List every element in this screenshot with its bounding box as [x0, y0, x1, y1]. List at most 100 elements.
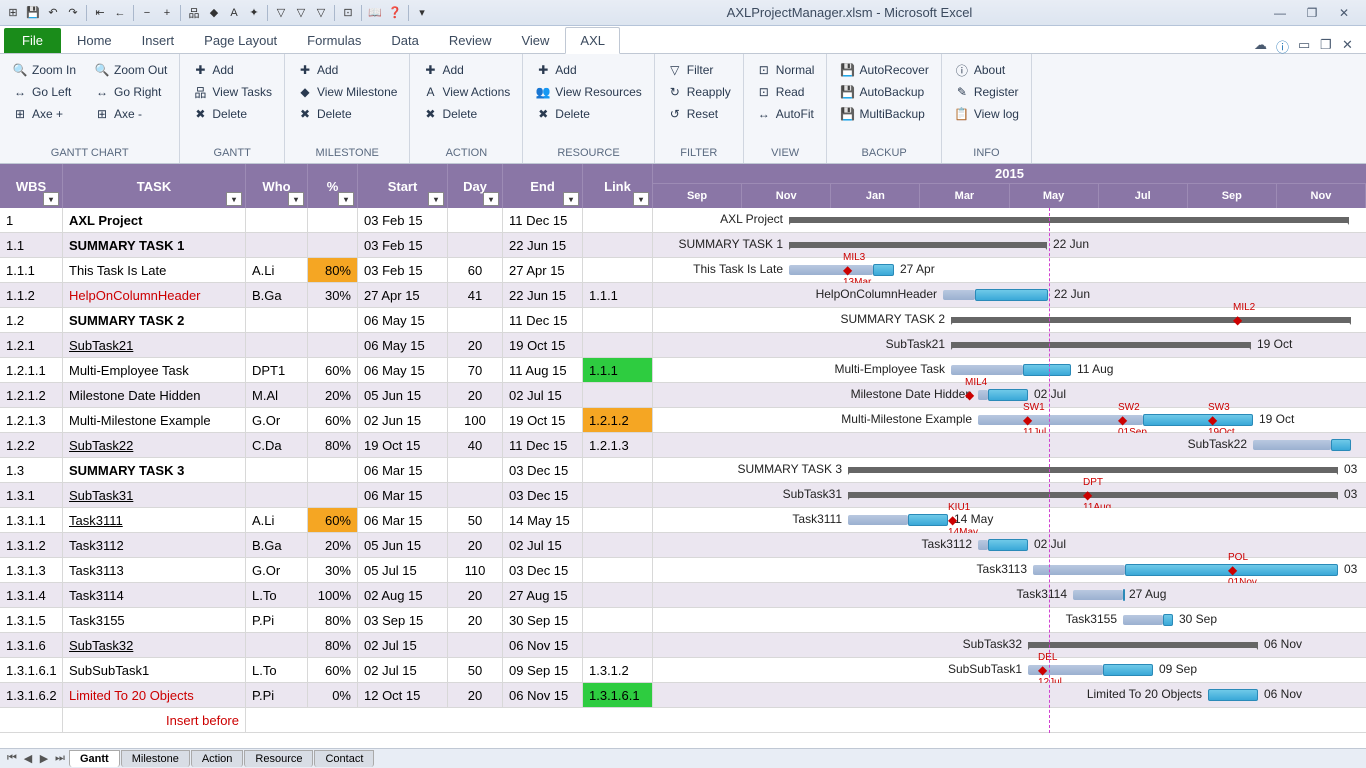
cell[interactable]: 06 Nov 15 [503, 683, 583, 707]
cell[interactable] [583, 258, 653, 282]
cell[interactable] [583, 533, 653, 557]
cell[interactable]: 60% [308, 508, 358, 532]
go-left-button[interactable]: ↔Go Left [8, 82, 80, 102]
resource-delete-button[interactable]: ✖Delete [531, 104, 645, 124]
cell[interactable]: 1.3.1 [0, 483, 63, 507]
cell[interactable]: 20 [448, 608, 503, 632]
filter-pct[interactable]: ▾ [338, 192, 354, 206]
cell[interactable] [583, 383, 653, 407]
cell[interactable] [448, 483, 503, 507]
reset-button[interactable]: ↺Reset [663, 104, 735, 124]
cell[interactable] [308, 208, 358, 232]
cell[interactable]: 60 [448, 258, 503, 282]
cell[interactable]: 27 Apr 15 [503, 258, 583, 282]
gantt-add-button[interactable]: ✚Add [188, 60, 276, 80]
dropdown-icon[interactable]: ▾ [413, 4, 431, 22]
cell[interactable]: 02 Jul 15 [503, 383, 583, 407]
milestone-icon[interactable]: ◆ [205, 4, 223, 22]
cell[interactable]: 80% [308, 433, 358, 457]
cell[interactable]: 11 Dec 15 [503, 208, 583, 232]
cell[interactable]: 60% [308, 358, 358, 382]
cell[interactable] [308, 233, 358, 257]
filter-end[interactable]: ▾ [563, 192, 579, 206]
table-row[interactable]: 1.3.1.2Task3112B.Ga20%05 Jun 152002 Jul … [0, 533, 1366, 558]
first-icon[interactable]: ⇤ [91, 4, 109, 22]
cell[interactable]: 06 Mar 15 [358, 508, 448, 532]
cell[interactable]: Milestone Date Hidden [63, 383, 246, 407]
cell[interactable] [583, 633, 653, 657]
cell[interactable]: 40 [448, 433, 503, 457]
filter-clear-icon[interactable]: ▽ [312, 4, 330, 22]
cell[interactable]: 03 Dec 15 [503, 458, 583, 482]
cell[interactable] [246, 483, 308, 507]
action-add-button[interactable]: ✚Add [418, 60, 514, 80]
cell[interactable]: SubTask32 [63, 633, 246, 657]
tab-axl[interactable]: AXL [565, 27, 620, 54]
cell[interactable]: 100% [308, 583, 358, 607]
cell[interactable]: 1.1.1 [583, 358, 653, 382]
cell[interactable] [308, 333, 358, 357]
resource-add-button[interactable]: ✚Add [531, 60, 645, 80]
cell[interactable]: 60% [308, 658, 358, 682]
table-row[interactable]: 1.2.1.2Milestone Date HiddenM.Al20%05 Ju… [0, 383, 1366, 408]
table-row[interactable]: 1.3.1.4Task3114L.To100%02 Aug 152027 Aug… [0, 583, 1366, 608]
reapply-button[interactable]: ↻Reapply [663, 82, 735, 102]
cell[interactable]: 30 Sep 15 [503, 608, 583, 632]
restore-window-icon[interactable]: ❐ [1320, 37, 1336, 53]
summary-bar[interactable] [1028, 642, 1258, 648]
sheet-tab-action[interactable]: Action [191, 750, 244, 767]
cell[interactable] [448, 208, 503, 232]
cell[interactable]: 1.2.1.2 [0, 383, 63, 407]
table-row[interactable]: 1.3.1.3Task3113G.Or30%05 Jul 1511003 Dec… [0, 558, 1366, 583]
cell[interactable]: 03 Feb 15 [358, 208, 448, 232]
task-bar[interactable] [1163, 614, 1173, 626]
sheet-nav-last-icon[interactable]: ⏭ [52, 751, 68, 767]
filter-wbs[interactable]: ▾ [43, 192, 59, 206]
task-bar[interactable] [988, 389, 1028, 401]
cell[interactable]: 1.3.1.2 [0, 533, 63, 557]
cell[interactable]: 02 Jul 15 [503, 533, 583, 557]
cell[interactable]: SubTask31 [63, 483, 246, 507]
cell[interactable]: 1.2.2 [0, 433, 63, 457]
cell[interactable]: 1.1.1 [0, 258, 63, 282]
cell[interactable] [583, 483, 653, 507]
cell[interactable]: 02 Jun 15 [358, 408, 448, 432]
close-icon[interactable]: ✕ [1332, 5, 1356, 21]
task-bar[interactable] [873, 264, 894, 276]
cell[interactable]: 60% [308, 408, 358, 432]
cell[interactable] [583, 458, 653, 482]
cell[interactable]: SubSubTask1 [63, 658, 246, 682]
cell[interactable]: 1.2.1 [0, 333, 63, 357]
milestone-marker[interactable]: MIL4◆ [965, 377, 987, 402]
cell[interactable]: 06 Nov 15 [503, 633, 583, 657]
sheet-tab-resource[interactable]: Resource [244, 750, 313, 767]
table-row[interactable]: 1.3.1.6SubTask3280%02 Jul 1506 Nov 15Sub… [0, 633, 1366, 658]
cell[interactable]: 27 Aug 15 [503, 583, 583, 607]
axe-minus-button[interactable]: ⊞Axe - [90, 104, 171, 124]
cell[interactable]: 11 Aug 15 [503, 358, 583, 382]
cell[interactable]: L.To [246, 583, 308, 607]
cell[interactable]: 06 Mar 15 [358, 458, 448, 482]
cell[interactable]: 1.3.1.4 [0, 583, 63, 607]
cell[interactable]: C.Da [246, 433, 308, 457]
cell[interactable]: 1.1.2 [0, 283, 63, 307]
autorecover-button[interactable]: 💾AutoRecover [835, 60, 932, 80]
view-actions-button[interactable]: AView Actions [418, 82, 514, 102]
cell[interactable]: B.Ga [246, 283, 308, 307]
cell[interactable]: P.Pi [246, 683, 308, 707]
cell[interactable]: 11 Dec 15 [503, 308, 583, 332]
cell[interactable] [583, 583, 653, 607]
table-row[interactable]: 1.3.1.6.2Limited To 20 ObjectsP.Pi0%12 O… [0, 683, 1366, 708]
cell[interactable]: 110 [448, 558, 503, 582]
table-row[interactable]: 1.3.1SubTask3106 Mar 1503 Dec 15SubTask3… [0, 483, 1366, 508]
tab-review[interactable]: Review [435, 28, 506, 53]
tab-insert[interactable]: Insert [128, 28, 189, 53]
task-bar[interactable] [975, 289, 1048, 301]
cell[interactable] [583, 508, 653, 532]
cell[interactable]: 20 [448, 683, 503, 707]
cell[interactable]: SubTask21 [63, 333, 246, 357]
cell[interactable]: 02 Aug 15 [358, 583, 448, 607]
tab-view[interactable]: View [507, 28, 563, 53]
table-row[interactable]: 1.2SUMMARY TASK 206 May 1511 Dec 15SUMMA… [0, 308, 1366, 333]
cell[interactable]: 1.3.1.1 [0, 508, 63, 532]
